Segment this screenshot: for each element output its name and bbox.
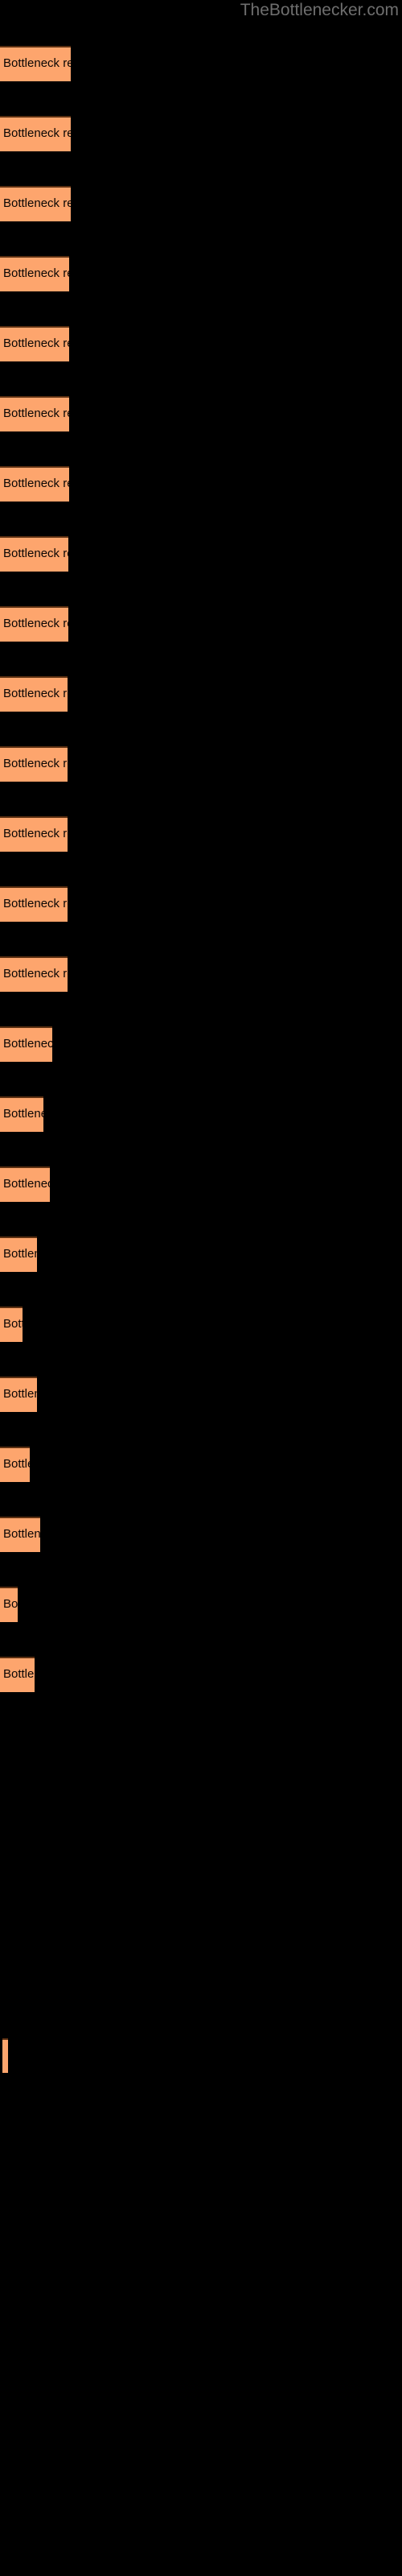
bar-row: Bottleneck result (0, 1166, 402, 1202)
bar-fill (0, 1307, 23, 1342)
bar-fill (0, 396, 69, 431)
bar-row: Bottleneck result (0, 746, 402, 782)
bar-13: Bottleneck result (0, 886, 68, 922)
bar-3: Bottleneck result (0, 186, 71, 221)
bar-fill (0, 1447, 30, 1482)
bar-row: Bottleneck result (0, 536, 402, 572)
bar-row: Bottleneck result (0, 1307, 402, 1342)
bar-22: Bottleneck result (0, 1517, 40, 1552)
bar-15: Bottleneck result (0, 1026, 52, 1062)
bar-fill (0, 676, 68, 712)
bar-row: Bottleneck result (0, 186, 402, 221)
bar-fill (0, 1166, 50, 1202)
bar-fill (0, 1587, 18, 1622)
bar-row: Bottleneck result (0, 1517, 402, 1552)
bar-row: Bottleneck result (0, 466, 402, 502)
bar-fill (0, 1236, 37, 1272)
bar-row: Bottleneck result (0, 606, 402, 642)
bar-row: Bottleneck result (0, 1026, 402, 1062)
bar-9: Bottleneck result (0, 606, 68, 642)
bar-row: Bottleneck result (0, 816, 402, 852)
bar-row: Bottleneck result (0, 1096, 402, 1132)
bottleneck-bar-chart: TheBottlenecker.com Bottleneck result Bot… (0, 0, 402, 2576)
bar-10: Bottleneck result (0, 676, 68, 712)
bar-fill (0, 886, 68, 922)
bar-fill (0, 956, 68, 992)
bar-5: Bottleneck result (0, 326, 69, 361)
bar-fill (0, 606, 68, 642)
bar-row: Bottleneck result (0, 676, 402, 712)
bar-24: Bottleneck result (0, 1657, 35, 1692)
bar-fill (0, 186, 71, 221)
bar-fill (0, 1377, 37, 1412)
bar-19: Bottleneck result (0, 1307, 23, 1342)
bar-row: Bottleneck result (0, 1587, 402, 1622)
bar-fill (0, 466, 69, 502)
bar-21: Bottleneck result (0, 1447, 30, 1482)
bar-row: Bottleneck result (0, 256, 402, 291)
bar-row: Bottleneck result (0, 326, 402, 361)
bar-row: Bottleneck result (0, 1657, 402, 1692)
bar-7: Bottleneck result (0, 466, 69, 502)
bar-23: Bottleneck result (0, 1587, 18, 1622)
bar-fill (0, 746, 68, 782)
bar-18: Bottleneck result (0, 1236, 37, 1272)
bar-16: Bottleneck result (0, 1096, 43, 1132)
bar-2: Bottleneck result (0, 116, 71, 151)
bar-fill (0, 536, 68, 572)
bar-1: Bottleneck result (0, 46, 71, 81)
bar-row: Bottleneck result (0, 396, 402, 431)
page-title: TheBottlenecker.com (240, 1, 399, 19)
bar-fill (0, 116, 71, 151)
bar-row: Bottleneck result (0, 46, 402, 81)
bar-row: Bottleneck result (0, 1377, 402, 1412)
bar-row: Bottleneck result (0, 886, 402, 922)
bar-row: Bottleneck result (0, 956, 402, 992)
bar-fill (0, 326, 69, 361)
bar-fill (0, 1026, 52, 1062)
bar-25 (2, 2038, 8, 2073)
bar-fill (0, 1096, 43, 1132)
bar-17: Bottleneck result (0, 1166, 50, 1202)
bar-row: Bottleneck result (0, 1447, 402, 1482)
bar-6: Bottleneck result (0, 396, 69, 431)
bar-12: Bottleneck result (0, 816, 68, 852)
bar-20: Bottleneck result (0, 1377, 37, 1412)
bar-row: Bottleneck result (0, 1236, 402, 1272)
bar-fill (0, 816, 68, 852)
bar-8: Bottleneck result (0, 536, 68, 572)
bar-11: Bottleneck result (0, 746, 68, 782)
bar-fill (0, 1517, 40, 1552)
bar-fill (0, 256, 69, 291)
bar-14: Bottleneck result (0, 956, 68, 992)
bar-4: Bottleneck result (0, 256, 69, 291)
bar-row: Bottleneck result (0, 116, 402, 151)
bar-fill (0, 1657, 35, 1692)
bar-fill (0, 46, 71, 81)
